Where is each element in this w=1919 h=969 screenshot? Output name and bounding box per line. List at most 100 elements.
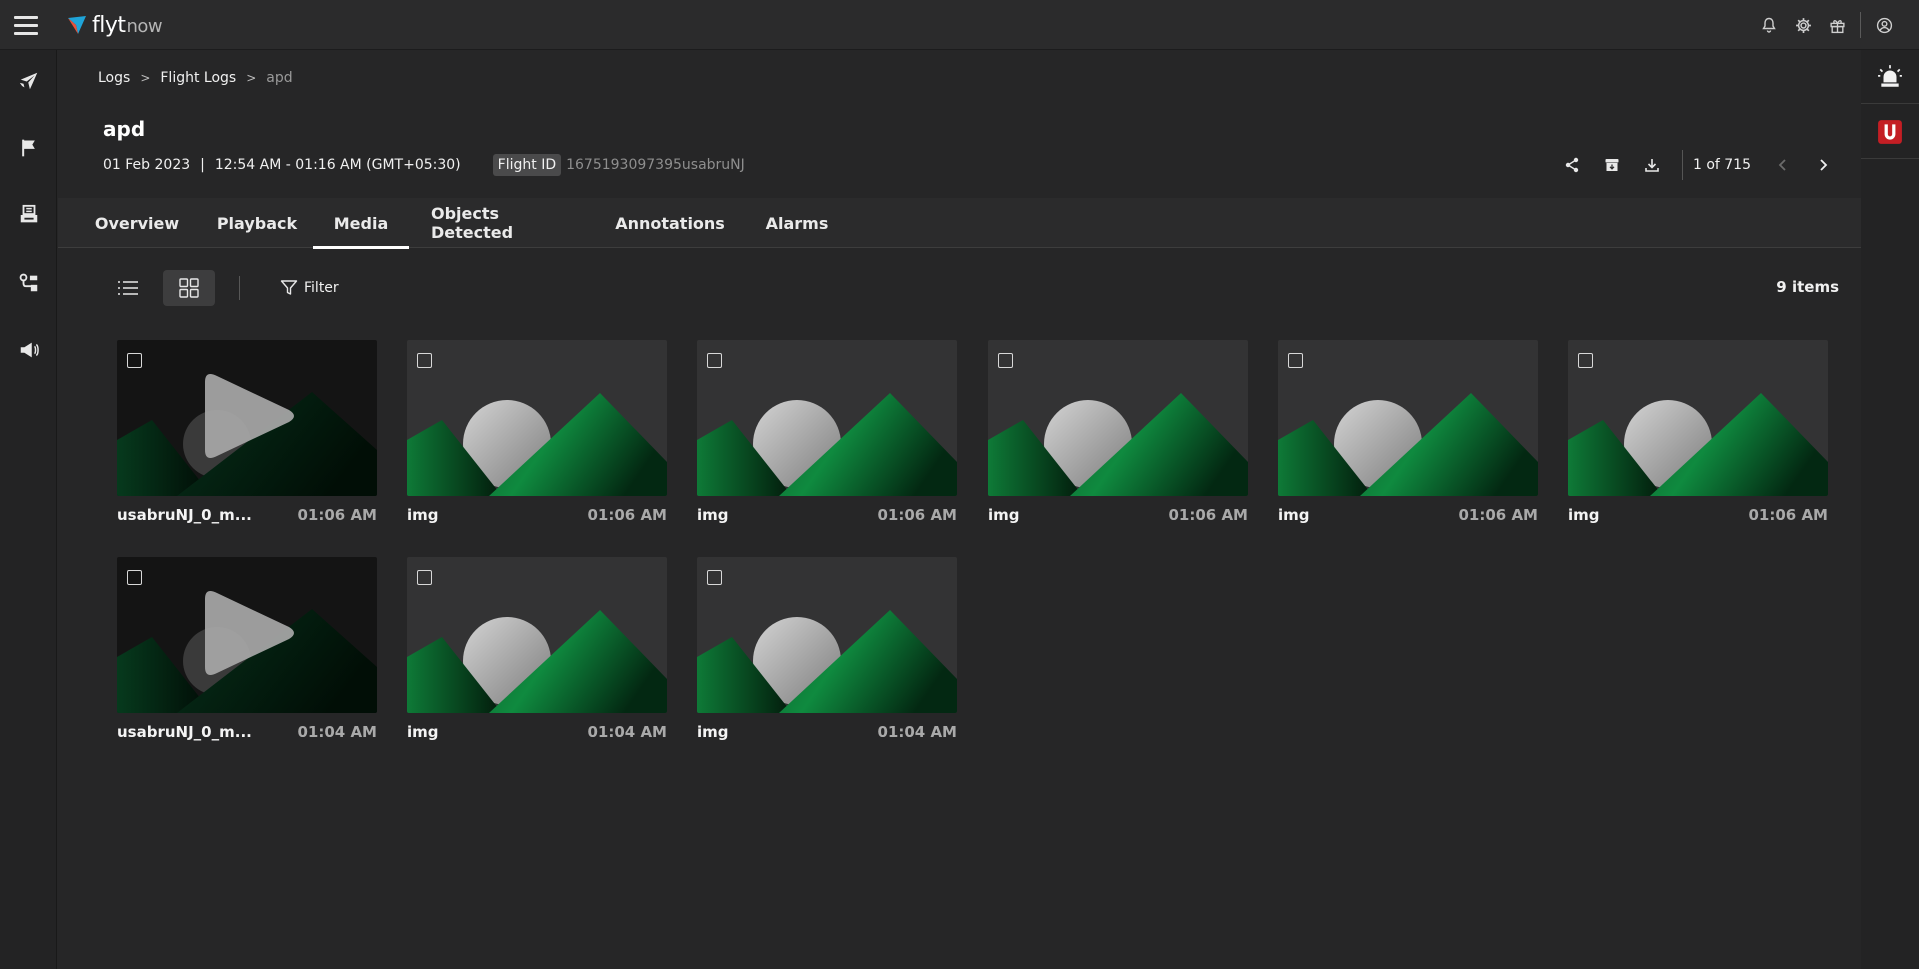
image-thumbnail-icon [407,393,667,496]
media-thumbnail[interactable] [407,557,667,713]
media-name: usabruNJ_0_m... [117,723,252,741]
breadcrumb-flight-logs[interactable]: Flight Logs [160,70,236,86]
breadcrumb-current: apd [266,70,293,86]
media-time: 01:04 AM [587,723,667,741]
media-thumbnail[interactable] [117,557,377,713]
media-select-checkbox[interactable] [417,570,432,585]
tab-overview[interactable]: Overview [95,198,179,248]
media-card-image[interactable]: img 01:06 AM [407,340,667,528]
chevron-left-icon[interactable] [1763,150,1803,180]
gift-icon[interactable] [1820,12,1854,38]
gear-icon[interactable] [1786,12,1820,38]
megaphone-icon[interactable] [0,330,57,370]
meta-divider: | [200,157,205,173]
list-view-button[interactable] [102,270,154,306]
flight-meta: 01 Feb 2023 | 12:54 AM - 01:16 AM (GMT+0… [103,154,745,176]
route-icon[interactable] [0,263,57,303]
media-thumbnail[interactable] [1278,340,1538,496]
media-card-image[interactable]: img 01:06 AM [1278,340,1538,528]
logo[interactable]: flytnow [66,12,163,38]
media-thumbnail[interactable] [988,340,1248,496]
tab-playback[interactable]: Playback [216,198,298,248]
tab-objects-detected[interactable]: Objects Detected [431,198,574,248]
printer-icon[interactable] [0,195,57,235]
image-thumbnail-icon [988,393,1248,496]
media-time: 01:04 AM [877,723,957,741]
grid-view-button[interactable] [163,270,215,306]
media-select-checkbox[interactable] [417,353,432,368]
media-card-video[interactable]: usabruNJ_0_m... 01:04 AM [117,557,377,745]
media-thumbnail[interactable] [1568,340,1828,496]
media-card-image[interactable]: img 01:06 AM [697,340,957,528]
flight-toolbar: 1 of 715 [1552,150,1843,180]
user-circle-icon[interactable] [1867,12,1901,38]
media-name: img [1568,506,1600,524]
media-card-image[interactable]: img 01:04 AM [407,557,667,745]
tab-bar: Overview Playback Media Objects Detected… [58,198,1861,249]
media-name: img [407,506,439,524]
flag-icon[interactable] [0,128,57,168]
media-time: 01:06 AM [1458,506,1538,524]
video-thumbnail-icon [117,374,377,496]
item-count: 9 items [1776,278,1839,296]
logo-text-suffix: now [126,15,163,37]
breadcrumb: Logs > Flight Logs > apd [98,70,293,86]
flight-time-range: 12:54 AM - 01:16 AM (GMT+05:30) [214,157,461,173]
media-select-checkbox[interactable] [707,353,722,368]
media-select-checkbox[interactable] [1578,353,1593,368]
alarm-siren-icon[interactable] [1861,50,1919,104]
view-toggle-divider [239,276,240,300]
media-select-checkbox[interactable] [127,353,142,368]
filter-label: Filter [304,280,339,296]
media-thumbnail[interactable] [117,340,377,496]
app-badge-icon[interactable] [1861,105,1919,159]
image-thumbnail-icon [697,393,957,496]
media-time: 01:06 AM [297,506,377,524]
media-select-checkbox[interactable] [127,570,142,585]
chevron-right-icon[interactable] [1803,150,1843,180]
media-time: 01:06 AM [877,506,957,524]
media-card-image[interactable]: img 01:06 AM [1568,340,1828,528]
media-thumbnail[interactable] [697,340,957,496]
media-name: img [407,723,439,741]
airplane-icon[interactable] [0,61,57,101]
page-title: apd [103,117,146,141]
pager-text: 1 of 715 [1692,157,1751,173]
share-icon[interactable] [1552,150,1592,180]
logo-mark-icon [68,16,86,34]
media-time: 01:06 AM [587,506,667,524]
media-card-image[interactable]: img 01:06 AM [988,340,1248,528]
grid-view-icon [179,278,199,298]
filter-button[interactable]: Filter [280,276,339,300]
download-icon[interactable] [1632,150,1672,180]
flight-id-label: Flight ID [492,154,562,176]
left-sidebar [0,50,57,969]
image-thumbnail-icon [1568,393,1828,496]
media-thumbnail[interactable] [697,557,957,713]
media-card-video[interactable]: usabruNJ_0_m... 01:06 AM [117,340,377,528]
top-icons [1752,12,1901,38]
media-time: 01:04 AM [297,723,377,741]
top-bar: flytnow [0,0,1919,50]
tab-media[interactable]: Media [313,198,409,249]
archive-icon[interactable] [1592,150,1632,180]
breadcrumb-separator: > [140,71,151,85]
tab-annotations[interactable]: Annotations [615,198,725,248]
breadcrumb-logs[interactable]: Logs [98,70,130,86]
filter-icon [280,280,298,295]
tab-alarms[interactable]: Alarms [766,198,829,248]
media-select-checkbox[interactable] [998,353,1013,368]
flight-id-value: 1675193097395usabruNJ [566,157,745,173]
bell-icon[interactable] [1752,12,1786,38]
media-select-checkbox[interactable] [707,570,722,585]
media-card-image[interactable]: img 01:04 AM [697,557,957,745]
top-icons-divider [1860,12,1861,38]
media-name: usabruNJ_0_m... [117,506,252,524]
logo-text: flytnow [92,13,163,38]
media-time: 01:06 AM [1748,506,1828,524]
right-sidebar [1861,50,1919,969]
video-thumbnail-icon [117,591,377,713]
media-thumbnail[interactable] [407,340,667,496]
hamburger-menu-icon[interactable] [14,16,38,36]
media-select-checkbox[interactable] [1288,353,1303,368]
